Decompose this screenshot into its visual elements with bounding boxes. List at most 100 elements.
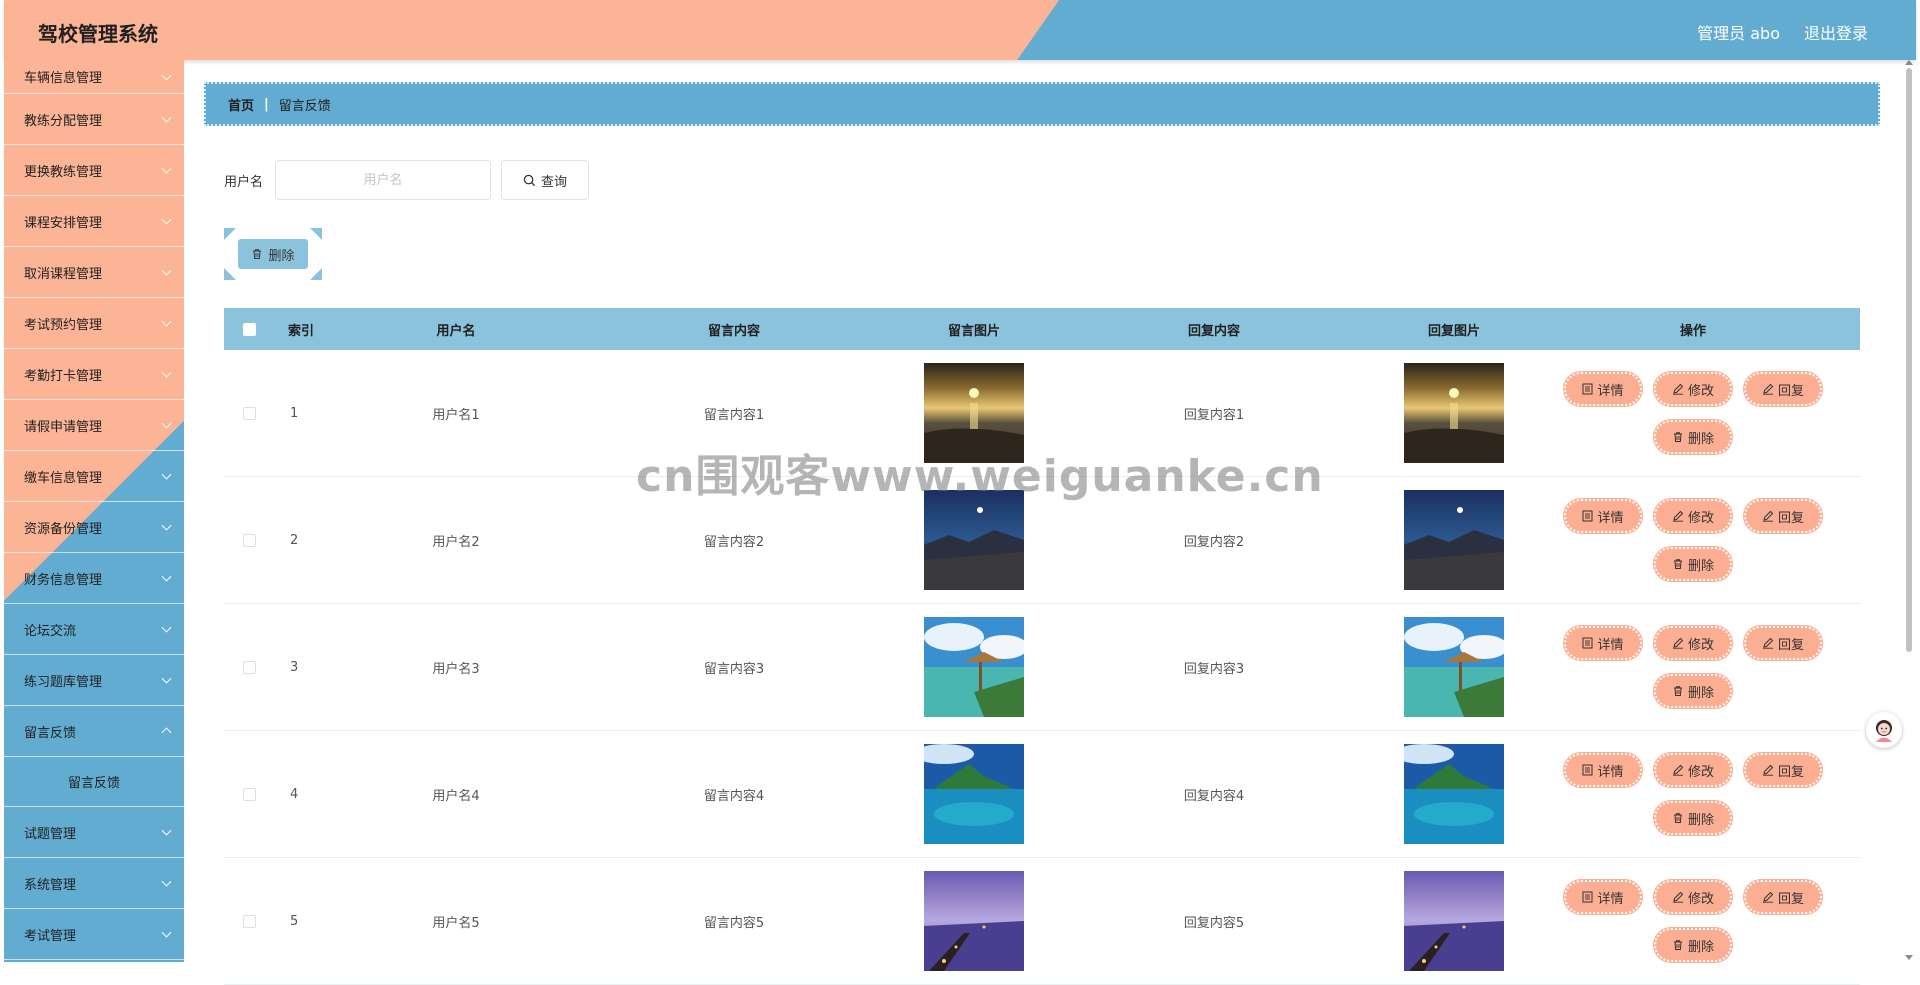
reply-button[interactable]: 回复: [1744, 372, 1822, 406]
breadcrumb-home[interactable]: 首页: [228, 95, 254, 114]
sidebar-item-label: 财务信息管理: [24, 572, 103, 588]
reply-image[interactable]: [1404, 871, 1504, 971]
row-message-image-cell: [904, 490, 1044, 590]
edit-button[interactable]: 修改: [1654, 626, 1732, 660]
detail-button-label: 详情: [1597, 637, 1624, 653]
logout-link[interactable]: 退出登录: [1804, 20, 1868, 44]
row-check-cell: [224, 533, 274, 547]
reply-edit-icon: [1762, 891, 1774, 903]
sidebar-item-leave[interactable]: 请假申请管理: [4, 400, 184, 451]
edit-button[interactable]: 修改: [1654, 499, 1732, 533]
avatar-icon: [1876, 720, 1892, 742]
sidebar-item-finance[interactable]: 财务信息管理: [4, 553, 184, 604]
message-image[interactable]: [924, 617, 1024, 717]
reply-button-label: 回复: [1777, 510, 1804, 526]
reply-button[interactable]: 回复: [1744, 753, 1822, 787]
scroll-thumb[interactable]: [1906, 68, 1912, 652]
breadcrumb-separator: |: [264, 96, 269, 112]
scrollbar[interactable]: [1904, 60, 1914, 962]
breadcrumb: 首页 | 留言反馈: [204, 82, 1880, 126]
reply-image[interactable]: [1404, 744, 1504, 844]
reply-image[interactable]: [1404, 617, 1504, 717]
message-image[interactable]: [924, 363, 1024, 463]
sidebar-item-attendance[interactable]: 考勤打卡管理: [4, 349, 184, 400]
sidebar-item-questions[interactable]: 试题管理: [4, 807, 184, 858]
query-button[interactable]: 查询: [501, 160, 590, 200]
main-content: 首页 | 留言反馈 用户名 查询 删除: [184, 60, 1900, 985]
reply-button[interactable]: 回复: [1744, 626, 1822, 660]
delete-button-label: 删除: [1687, 431, 1714, 447]
sidebar-item-vehicle[interactable]: 车辆信息管理: [4, 60, 184, 94]
edit-button-label: 修改: [1687, 764, 1714, 780]
sidebar-item-label: 系统管理: [24, 877, 77, 893]
select-all-checkbox[interactable]: [242, 322, 256, 336]
row-actions: 详情 修改 回复 删除: [1524, 626, 1860, 708]
username-search-input[interactable]: [275, 160, 492, 200]
chevron-down-icon: [161, 571, 172, 582]
row-checkbox[interactable]: [242, 914, 256, 928]
search-label: 用户名: [224, 174, 264, 190]
sidebar-item-backup[interactable]: 资源备份管理: [4, 502, 184, 553]
sidebar-item-question-bank[interactable]: 练习题库管理: [4, 655, 184, 706]
detail-button[interactable]: 详情: [1564, 499, 1642, 533]
reply-button[interactable]: 回复: [1744, 880, 1822, 914]
detail-button[interactable]: 详情: [1564, 372, 1642, 406]
edit-button[interactable]: 修改: [1654, 372, 1732, 406]
reply-image[interactable]: [1404, 363, 1504, 463]
delete-button[interactable]: 删除: [1654, 547, 1732, 581]
row-checkbox[interactable]: [242, 533, 256, 547]
row-message-image-cell: [904, 871, 1044, 971]
message-image[interactable]: [924, 744, 1024, 844]
assistant-avatar[interactable]: [1866, 712, 1902, 748]
reply-edit-icon: [1762, 637, 1774, 649]
row-message: 留言内容3: [703, 661, 765, 677]
sidebar-item-exam-booking[interactable]: 考试预约管理: [4, 298, 184, 349]
sidebar-item-forum[interactable]: 论坛交流: [4, 604, 184, 655]
sidebar-item-coach-change[interactable]: 更换教练管理: [4, 145, 184, 196]
delete-button[interactable]: 删除: [1654, 420, 1732, 454]
reply-image[interactable]: [1404, 490, 1504, 590]
sidebar-item-coach-assign[interactable]: 教练分配管理: [4, 94, 184, 145]
scroll-up-icon[interactable]: [1905, 60, 1913, 65]
sidebar-item-system[interactable]: 系统管理: [4, 858, 184, 909]
row-check-cell: [224, 787, 274, 801]
chevron-up-icon: [161, 727, 172, 738]
message-image[interactable]: [924, 490, 1024, 590]
row-index: 4: [290, 786, 299, 802]
edit-button-label: 修改: [1687, 383, 1714, 399]
edit-button[interactable]: 修改: [1654, 753, 1732, 787]
admin-label[interactable]: 管理员 abo: [1697, 20, 1780, 44]
sidebar-item-course-cancel[interactable]: 取消课程管理: [4, 247, 184, 298]
row-check-cell: [224, 406, 274, 420]
row-message: 留言内容2: [703, 534, 765, 550]
delete-button[interactable]: 删除: [1654, 674, 1732, 708]
row-message: 留言内容5: [703, 915, 765, 931]
sidebar-item-car-return[interactable]: 缴车信息管理: [4, 451, 184, 502]
edit-button[interactable]: 修改: [1654, 880, 1732, 914]
detail-button[interactable]: 详情: [1564, 626, 1642, 660]
sidebar-item-course-schedule[interactable]: 课程安排管理: [4, 196, 184, 247]
sidebar-item-feedback[interactable]: 留言反馈: [4, 706, 184, 757]
delete-button[interactable]: 删除: [1654, 801, 1732, 835]
document-icon: [1582, 891, 1593, 903]
row-checkbox[interactable]: [242, 406, 256, 420]
row-reply: 回复内容5: [1183, 915, 1245, 931]
sidebar-item-label: 考勤打卡管理: [24, 368, 103, 384]
message-image[interactable]: [924, 871, 1024, 971]
row-message-image-cell: [904, 744, 1044, 844]
scroll-down-icon[interactable]: [1905, 955, 1913, 960]
row-index: 2: [290, 532, 299, 548]
detail-button[interactable]: 详情: [1564, 753, 1642, 787]
row-checkbox[interactable]: [242, 660, 256, 674]
sidebar-item-label: 留言反馈: [24, 725, 77, 741]
row-checkbox[interactable]: [242, 787, 256, 801]
reply-button[interactable]: 回复: [1744, 499, 1822, 533]
sidebar-item-label: 论坛交流: [24, 623, 77, 639]
table-row: 4 用户名4 留言内容4 回复内容4 详情 修改 回复 删除: [224, 731, 1860, 858]
delete-button[interactable]: 删除: [1654, 928, 1732, 962]
bulk-delete-button[interactable]: 删除: [238, 239, 308, 269]
sidebar-subitem-feedback[interactable]: 留言反馈: [4, 757, 184, 807]
table-header: 索引 用户名 留言内容 留言图片 回复内容 回复图片 操作: [224, 308, 1860, 350]
sidebar-item-exam[interactable]: 考试管理: [4, 909, 184, 960]
detail-button[interactable]: 详情: [1564, 880, 1642, 914]
